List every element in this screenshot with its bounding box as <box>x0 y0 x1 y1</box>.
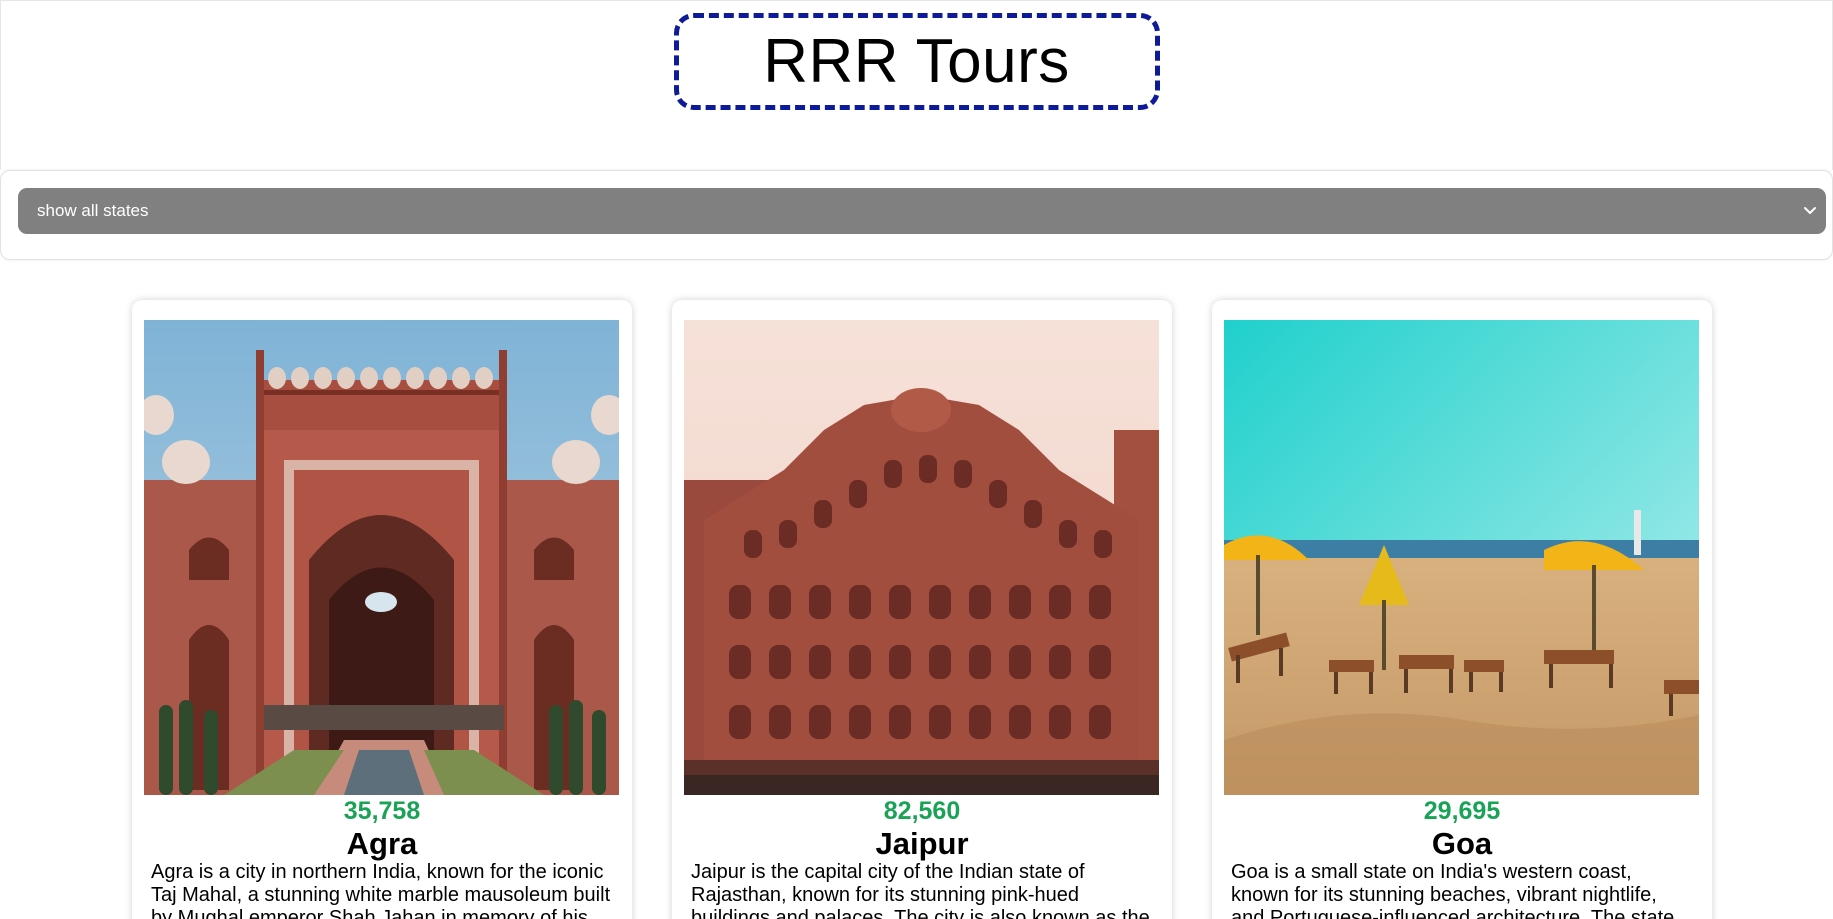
tour-name: Agra <box>346 826 418 861</box>
page: RRR Tours show all states 35,758 Agra Ag… <box>0 0 1833 919</box>
tour-image-jaipur <box>684 320 1159 795</box>
tour-image-agra <box>144 320 619 795</box>
tour-name: Goa <box>1431 826 1493 861</box>
tour-description: Goa is a small state on India's western … <box>1231 861 1675 919</box>
chevron-down-icon <box>1804 207 1816 214</box>
header: RRR Tours <box>0 0 1833 170</box>
tour-card-jaipur[interactable]: 82,560 Jaipur Jaipur is the capital city… <box>672 300 1172 919</box>
tour-name: Jaipur <box>875 826 969 861</box>
tour-price: 82,560 <box>883 797 961 825</box>
state-select[interactable]: show all states <box>18 188 1826 234</box>
tour-description: Jaipur is the capital city of the Indian… <box>691 861 1150 919</box>
page-title: RRR Tours <box>763 27 1070 96</box>
tour-description: Agra is a city in northern India, known … <box>151 861 611 919</box>
tour-card-agra[interactable]: 35,758 Agra Agra is a city in northern I… <box>132 300 632 919</box>
filter-bar: show all states <box>0 170 1833 260</box>
card-list: 35,758 Agra Agra is a city in northern I… <box>132 300 1712 919</box>
tour-card-goa[interactable]: 29,695 Goa Goa is a small state on India… <box>1212 300 1712 919</box>
tour-price: 29,695 <box>1423 797 1501 825</box>
title-box: RRR Tours <box>673 13 1160 110</box>
state-select-value: show all states <box>37 201 149 220</box>
tour-image-goa <box>1224 320 1699 795</box>
tour-price: 35,758 <box>343 797 421 825</box>
